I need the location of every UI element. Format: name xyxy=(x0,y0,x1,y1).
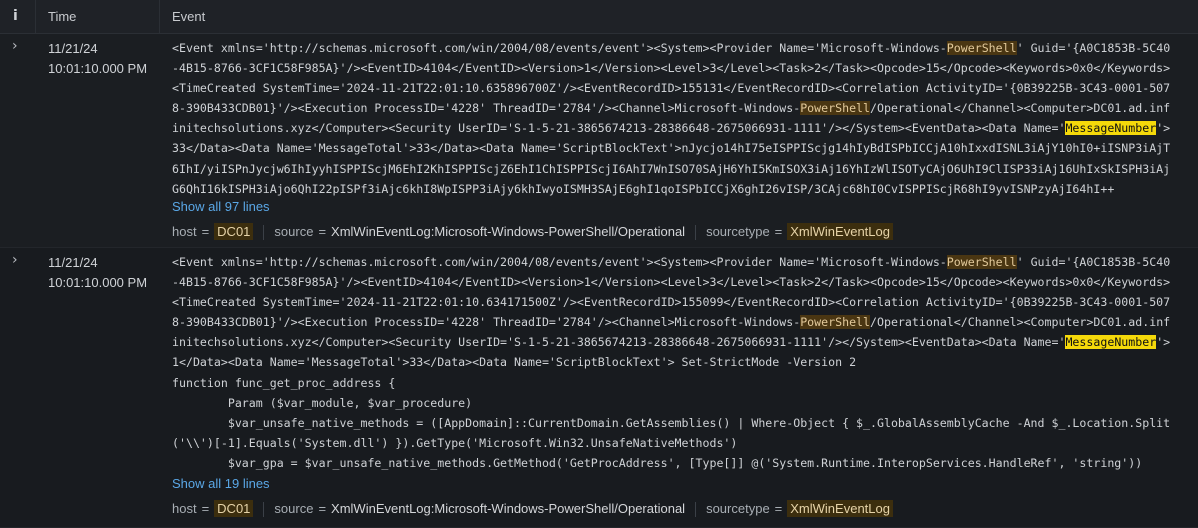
search-term-highlight[interactable]: PowerShell xyxy=(800,101,871,116)
field-key-host: host xyxy=(172,224,197,239)
field-match-highlight[interactable]: MessageNumber xyxy=(1065,121,1157,136)
event-text-segment: -4B15-8766-3CF1C58F985A}'/><EventID>4104… xyxy=(172,275,1171,290)
event-text-line: <TimeCreated SystemTime='2024-11-21T22:0… xyxy=(172,292,1176,312)
info-column-header[interactable]: i xyxy=(0,0,36,33)
event-text-segment: <TimeCreated SystemTime='2024-11-21T22:0… xyxy=(172,81,1171,96)
search-term-highlight[interactable]: PowerShell xyxy=(800,315,871,330)
event-text-segment: '> xyxy=(1156,335,1171,350)
event-text-line: <Event xmlns='http://schemas.microsoft.c… xyxy=(172,252,1176,272)
time-header-label[interactable]: Time xyxy=(48,9,76,24)
event-text-line: <Event xmlns='http://schemas.microsoft.c… xyxy=(172,38,1176,58)
event-timestamp: 11/21/24 10:01:10.000 PM xyxy=(48,253,147,293)
event-column-header[interactable]: Event xyxy=(172,9,205,24)
field-value-source[interactable]: XmlWinEventLog:Microsoft-Windows-PowerSh… xyxy=(331,224,685,239)
event-row: › 11/21/24 10:01:10.000 PM <Event xmlns=… xyxy=(0,248,1198,528)
event-time: 10:01:10.000 PM xyxy=(48,61,148,76)
event-text-segment: G6QhI16kISPH3iAjo6QhI22pISPf3iAjc6khI8Wp… xyxy=(172,181,1115,196)
event-text-line: initechsolutions.xyz</Computer><Security… xyxy=(172,332,1176,352)
field-key-host: host xyxy=(172,501,197,516)
show-all-lines-link[interactable]: Show all 19 lines xyxy=(172,476,270,491)
event-text-line: ('\\')[-1].Equals('System.dll') }).GetTy… xyxy=(172,433,1176,453)
event-text-segment: initechsolutions.xyz</Computer><Security… xyxy=(172,121,1066,136)
event-text-segment: Param ($var_module, $var_procedure) xyxy=(172,395,473,410)
field-value-sourcetype[interactable]: XmlWinEventLog xyxy=(787,500,893,517)
event-fields: host = DC01 source = XmlWinEventLog:Microsoft… xyxy=(172,500,893,521)
event-text-segment: /Operational</Channel><Computer>DC01.ad.… xyxy=(870,315,1171,330)
event-text-segment: $var_unsafe_native_methods = ([AppDomain… xyxy=(172,415,1171,430)
expand-chevron-icon[interactable]: › xyxy=(12,252,18,268)
event-text-segment: 33</Data><Data Name='MessageTotal'>33</D… xyxy=(172,141,1171,156)
event-row: › 11/21/24 10:01:10.000 PM <Event xmlns=… xyxy=(0,34,1198,248)
event-text-line: 33</Data><Data Name='MessageTotal'>33</D… xyxy=(172,138,1176,158)
event-text-segment: ' Guid='{A0C1853B-5C40 xyxy=(1016,41,1171,55)
event-text-line: <TimeCreated SystemTime='2024-11-21T22:0… xyxy=(172,78,1176,98)
event-time: 10:01:10.000 PM xyxy=(48,275,148,290)
event-text-segment: 8-390B433CDB01}'/><Execution ProcessID='… xyxy=(172,101,801,116)
event-raw-text: <Event xmlns='http://schemas.microsoft.c… xyxy=(172,252,1176,473)
event-text-segment: '> xyxy=(1156,121,1171,136)
results-header: i Time Event xyxy=(0,0,1198,34)
event-text-line: 8-390B433CDB01}'/><Execution ProcessID='… xyxy=(172,98,1176,118)
event-text-line: function func_get_proc_address { xyxy=(172,373,1176,393)
time-column-header[interactable]: Time xyxy=(36,0,160,33)
event-text-line: -4B15-8766-3CF1C58F985A}'/><EventID>4104… xyxy=(172,272,1176,292)
event-text-segment: 6IhI/yiISPnJycjw6IhIyyhISPPIScjM6EhI2KhI… xyxy=(172,161,1171,176)
event-fields: host = DC01 source = XmlWinEventLog:Microsoft… xyxy=(172,223,893,244)
field-key-sourcetype: sourcetype xyxy=(706,224,770,239)
field-match-highlight[interactable]: MessageNumber xyxy=(1065,335,1157,350)
event-text-segment: ('\\')[-1].Equals('System.dll') }).GetTy… xyxy=(172,435,738,450)
event-text-line: 6IhI/yiISPnJycjw6IhIyyhISPPIScjM6EhI2KhI… xyxy=(172,159,1176,179)
event-text-segment: -4B15-8766-3CF1C58F985A}'/><EventID>4104… xyxy=(172,61,1171,76)
field-value-host[interactable]: DC01 xyxy=(214,223,254,240)
event-text-line: $var_gpa = $var_unsafe_native_methods.Ge… xyxy=(172,453,1176,473)
event-text-line: 1</Data><Data Name='MessageTotal'>33</Da… xyxy=(172,352,1176,372)
event-text-line: $var_unsafe_native_methods = ([AppDomain… xyxy=(172,413,1176,433)
event-text-segment: <Event xmlns='http://schemas.microsoft.c… xyxy=(172,255,947,269)
show-all-lines-link[interactable]: Show all 97 lines xyxy=(172,199,270,214)
search-term-highlight[interactable]: PowerShell xyxy=(946,255,1017,269)
event-text-segment: <TimeCreated SystemTime='2024-11-21T22:0… xyxy=(172,295,1171,310)
event-text-segment: ' Guid='{A0C1853B-5C40 xyxy=(1016,255,1171,269)
event-raw-text: <Event xmlns='http://schemas.microsoft.c… xyxy=(172,38,1176,199)
event-date: 11/21/24 xyxy=(48,255,98,270)
field-key-sourcetype: sourcetype xyxy=(706,501,770,516)
field-key-source: source xyxy=(274,224,314,239)
info-icon[interactable]: i xyxy=(13,8,18,24)
event-text-line: Param ($var_module, $var_procedure) xyxy=(172,393,1176,413)
field-value-host[interactable]: DC01 xyxy=(214,500,254,517)
event-text-line: G6QhI16kISPH3iAjo6QhI22pISPf3iAjc6khI8Wp… xyxy=(172,179,1176,199)
field-key-source: source xyxy=(274,501,314,516)
event-timestamp: 11/21/24 10:01:10.000 PM xyxy=(48,39,147,79)
event-text-line: -4B15-8766-3CF1C58F985A}'/><EventID>4104… xyxy=(172,58,1176,78)
search-term-highlight[interactable]: PowerShell xyxy=(946,41,1017,55)
event-text-segment: initechsolutions.xyz</Computer><Security… xyxy=(172,335,1066,350)
event-text-segment: <Event xmlns='http://schemas.microsoft.c… xyxy=(172,41,947,55)
field-value-sourcetype[interactable]: XmlWinEventLog xyxy=(787,223,893,240)
field-value-source[interactable]: XmlWinEventLog:Microsoft-Windows-PowerSh… xyxy=(331,501,685,516)
event-date: 11/21/24 xyxy=(48,41,98,56)
event-text-segment: 8-390B433CDB01}'/><Execution ProcessID='… xyxy=(172,315,801,330)
event-text-segment: function func_get_proc_address { xyxy=(172,375,396,390)
event-text-line: initechsolutions.xyz</Computer><Security… xyxy=(172,118,1176,138)
expand-chevron-icon[interactable]: › xyxy=(12,38,18,54)
event-text-segment: 1</Data><Data Name='MessageTotal'>33</Da… xyxy=(172,355,857,370)
event-text-line: 8-390B433CDB01}'/><Execution ProcessID='… xyxy=(172,312,1176,332)
event-text-segment: $var_gpa = $var_unsafe_native_methods.Ge… xyxy=(172,455,1143,470)
event-text-segment: /Operational</Channel><Computer>DC01.ad.… xyxy=(870,101,1171,116)
